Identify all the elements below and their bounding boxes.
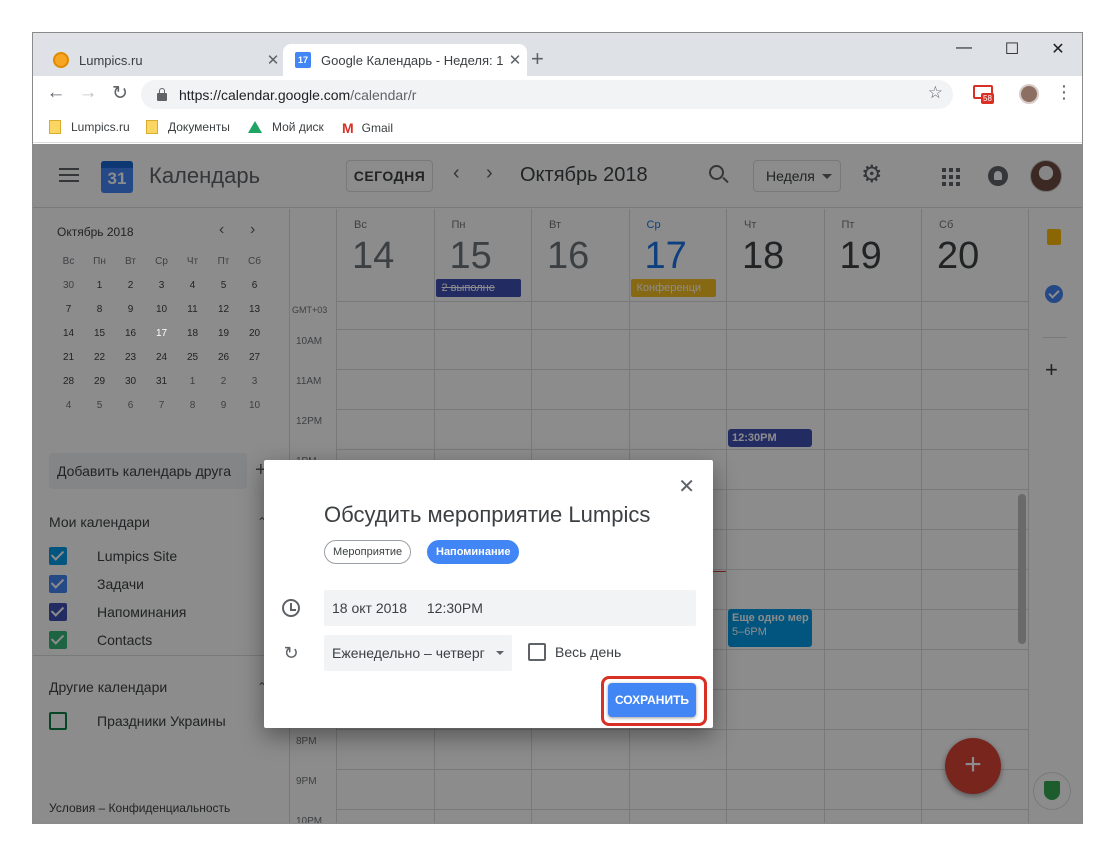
date-value[interactable]: 18 окт 2018 (332, 600, 407, 616)
clock-icon (282, 599, 300, 617)
bookmark-my-drive[interactable]: Мой диск (248, 120, 324, 134)
forward-arrow-icon[interactable]: → (75, 82, 101, 104)
close-icon[interactable]: ✕ (678, 474, 695, 499)
mail-count-badge: 58 (981, 93, 994, 104)
tab-close-icon[interactable]: ✕ (503, 51, 527, 69)
event-title[interactable]: Обсудить мероприятие Lumpics (324, 502, 650, 528)
bookmark-label: Документы (168, 120, 230, 134)
reminder-type-chip[interactable]: Напоминание (427, 540, 520, 564)
mail-extension-icon[interactable]: 58 (973, 83, 995, 104)
repeat-value: Еженедельно – четверг (332, 645, 485, 661)
date-time-field[interactable]: 18 окт 2018 12:30PM (324, 590, 696, 626)
bookmark-label: Мой диск (272, 120, 324, 134)
tab-title: Lumpics.ru (79, 52, 143, 68)
reload-icon[interactable]: ↻ (107, 82, 133, 105)
event-type-chip[interactable]: Мероприятие (324, 540, 412, 564)
tab-lumpics[interactable]: Lumpics.ru ✕ (41, 44, 285, 76)
bookmarks-bar: Lumpics.ru Документы Мой диск M Gmail (33, 113, 1082, 143)
bookmark-documents[interactable]: Документы (146, 120, 230, 134)
browser-menu-icon[interactable]: ⋮ (1055, 82, 1073, 103)
new-tab-button[interactable]: + (531, 46, 544, 72)
gmail-icon: M (342, 120, 354, 136)
save-button[interactable]: СОХРАНИТЬ (608, 683, 696, 717)
back-arrow-icon[interactable]: ← (43, 82, 69, 104)
repeat-icon: ↻ (283, 643, 299, 663)
lock-icon (157, 87, 167, 101)
profile-avatar[interactable] (1019, 84, 1039, 104)
tab-title: Google Календарь - Неделя: 14 (321, 52, 503, 68)
close-window-button[interactable]: ✕ (1035, 39, 1081, 59)
bookmark-label: Lumpics.ru (71, 120, 130, 134)
calendar-favicon-icon: 17 (295, 52, 311, 68)
repeat-select[interactable]: Еженедельно – четверг (324, 635, 512, 671)
bookmark-label: Gmail (361, 121, 394, 135)
chevron-down-icon (496, 651, 504, 655)
tab-strip: Lumpics.ru ✕ 17 Google Календарь - Недел… (33, 33, 1082, 76)
tab-google-calendar[interactable]: 17 Google Календарь - Неделя: 14 ✕ (283, 44, 527, 76)
url-domain: https://calendar.google.com (179, 86, 351, 103)
event-quick-edit-dialog: ✕ Обсудить мероприятие Lumpics Мероприят… (264, 460, 713, 728)
maximize-button[interactable]: ☐ (989, 39, 1035, 59)
lumpics-favicon-icon (53, 52, 69, 68)
bookmark-gmail[interactable]: M Gmail (342, 120, 393, 136)
time-value[interactable]: 12:30PM (427, 600, 483, 616)
bookmark-lumpics[interactable]: Lumpics.ru (49, 120, 130, 134)
mini-day-number: 17 (155, 327, 168, 339)
bookmark-star-icon[interactable]: ☆ (928, 83, 943, 103)
minimize-button[interactable]: — (941, 39, 987, 57)
all-day-label[interactable]: Весь день (555, 644, 621, 660)
url-path: /calendar/r (350, 86, 417, 103)
folder-icon (49, 120, 61, 134)
address-bar[interactable]: https://calendar.google.com/calendar/r ☆ (141, 80, 953, 109)
all-day-checkbox[interactable] (528, 643, 546, 661)
browser-window: Lumpics.ru ✕ 17 Google Календарь - Недел… (32, 32, 1083, 824)
folder-icon (146, 120, 158, 134)
calendar-app: 31 Календарь СЕГОДНЯ ‹ › Октябрь 2018 Не… (33, 144, 1082, 823)
tab-close-icon[interactable]: ✕ (261, 51, 285, 69)
drive-icon (248, 121, 262, 133)
browser-toolbar: ← → ↻ https://calendar.google.com/calend… (33, 76, 1082, 113)
